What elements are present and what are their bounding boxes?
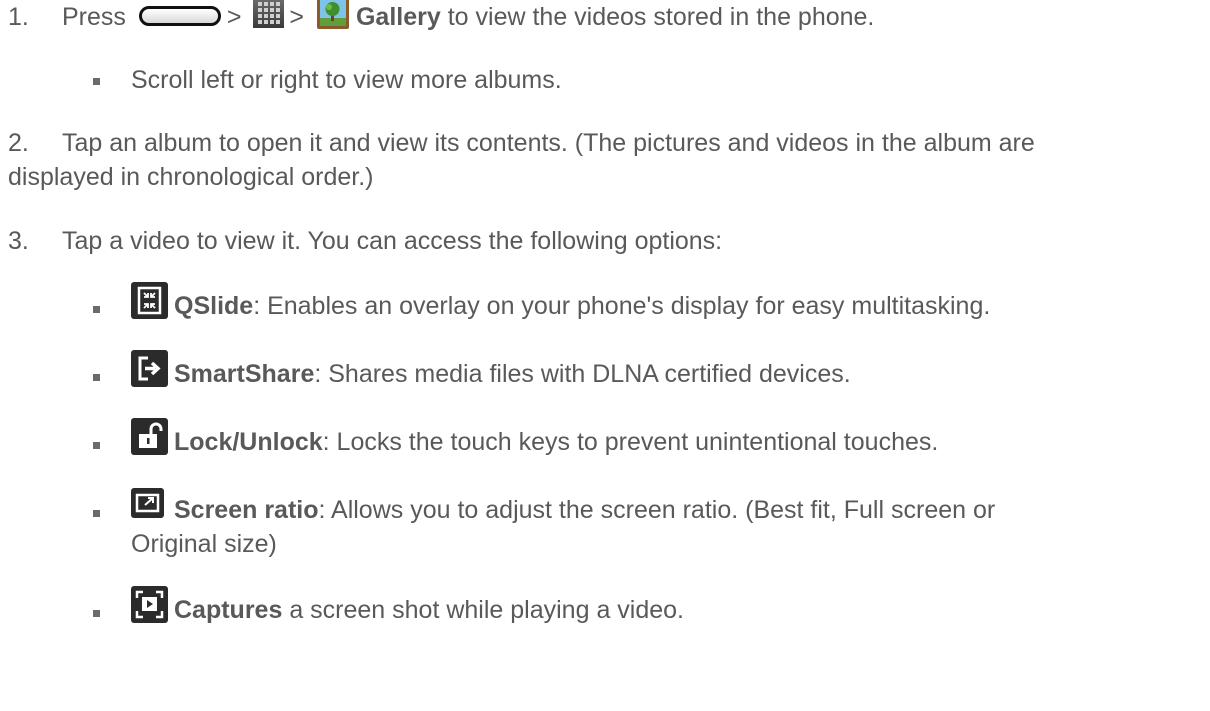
step-1-sub: Scroll left or right to view more albums… [0, 62, 1210, 98]
option-capture: Captures a screen shot while playing a v… [0, 586, 1210, 630]
option-screen-ratio: Screen ratio: Allows you to adjust the s… [0, 486, 1210, 564]
sub-text: Scroll left or right to view more albums… [131, 66, 562, 94]
option-lock: Lock/Unlock: Locks the touch keys to pre… [0, 418, 1210, 462]
capture-icon [131, 586, 168, 623]
bullet [93, 374, 100, 381]
option-text: Captures a screen shot while playing a v… [174, 594, 684, 627]
separator: > [289, 3, 305, 31]
bullet [93, 306, 100, 313]
bullet [93, 510, 100, 517]
screen-ratio-icon [131, 488, 164, 518]
bullet [93, 610, 100, 617]
option-desc: : Shares media files with DLNA certified… [314, 360, 851, 388]
step-number: 2. [8, 129, 29, 157]
step-2-line2: displayed in chronological order.) [8, 163, 374, 191]
option-text: Screen ratio: Allows you to adjust the s… [174, 494, 995, 527]
home-key-icon [138, 6, 221, 27]
option-label: Screen ratio [174, 496, 319, 524]
option-label: SmartShare [174, 360, 315, 388]
option-label: Captures [174, 596, 283, 624]
gallery-icon [316, 0, 350, 30]
option-smartshare: SmartShare: Shares media files with DLNA… [0, 350, 1210, 394]
option-text: SmartShare: Shares media files with DLNA… [174, 358, 851, 391]
option-label: Lock/Unlock [174, 428, 323, 456]
step-1: 1. Press > > Gallery to view the videos … [0, 0, 1210, 40]
step-number: 3. [8, 227, 29, 255]
separator: > [226, 3, 242, 31]
qslide-icon [131, 282, 168, 319]
step-2-line1: Tap an album to open it and view its con… [62, 129, 1035, 157]
step-1-text: Press > > Gallery to view the videos sto… [62, 0, 875, 35]
bullet [93, 442, 100, 449]
option-desc-line2: Original size) [131, 530, 277, 558]
press-label: Press [62, 3, 126, 31]
gallery-label: Gallery [355, 3, 441, 31]
option-desc: : Locks the touch keys to prevent uninte… [322, 428, 939, 456]
option-label: QSlide [174, 292, 254, 320]
smartshare-icon [131, 350, 168, 387]
step-3: 3. Tap a video to view it. You can acces… [0, 223, 1210, 259]
option-text: Lock/Unlock: Locks the touch keys to pre… [174, 426, 938, 459]
option-qslide: QSlide: Enables an overlay on your phone… [0, 282, 1210, 326]
step-1-rest: to view the videos stored in the phone. [447, 3, 875, 31]
step-number: 1. [8, 3, 29, 31]
step-2: 2. Tap an album to open it and view its … [0, 125, 1210, 197]
step-3-text: Tap a video to view it. You can access t… [62, 227, 723, 255]
apps-grid-icon [253, 0, 285, 28]
option-desc: a screen shot while playing a video. [282, 596, 684, 624]
option-text: QSlide: Enables an overlay on your phone… [174, 290, 990, 323]
bullet [93, 78, 100, 85]
lock-icon [131, 418, 168, 455]
option-desc: : Allows you to adjust the screen ratio.… [318, 496, 996, 524]
option-desc: : Enables an overlay on your phone's dis… [253, 292, 991, 320]
